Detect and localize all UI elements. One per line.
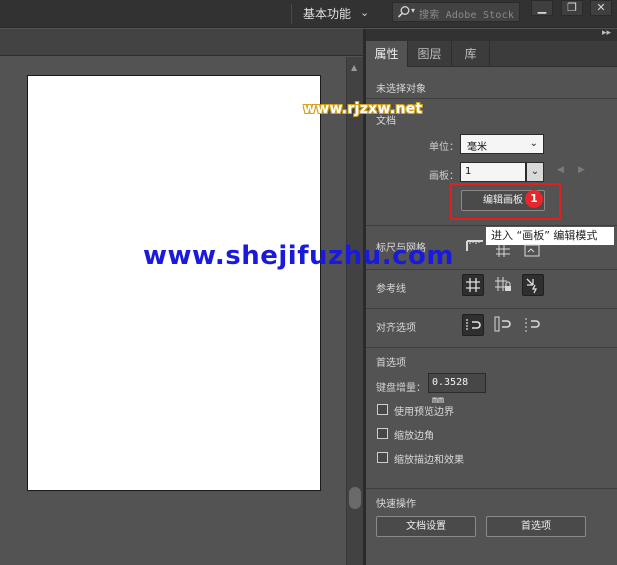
restore-button[interactable]: ❐ <box>561 0 583 16</box>
collapse-panel-icon[interactable]: ▸▸ <box>602 28 611 38</box>
artboard-value: 1 <box>465 166 472 177</box>
units-value: 毫米 <box>467 142 487 153</box>
panel-tabs: 属性 图层 库 <box>366 41 617 67</box>
scale-corners-checkbox[interactable] <box>377 428 388 439</box>
document-tab-strip <box>0 29 366 56</box>
tooltip: 进入 “画板” 编辑模式 <box>485 226 615 246</box>
use-preview-bounds-checkbox[interactable] <box>377 404 388 415</box>
artboard-label: 画板： <box>429 171 459 182</box>
use-preview-bounds-label[interactable]: 使用预览边界 <box>394 403 454 418</box>
artboard-number-field[interactable]: 1 <box>460 162 526 182</box>
document-setup-button[interactable]: 文档设置 <box>376 516 476 537</box>
scale-corners-label[interactable]: 缩放边角 <box>394 427 434 442</box>
minimize-button[interactable]: ▁ <box>531 0 553 16</box>
artboard[interactable] <box>27 75 321 491</box>
annotation-highlight-box <box>450 183 561 220</box>
smart-guides-icon[interactable] <box>522 274 544 296</box>
close-button[interactable]: ✕ <box>590 0 612 16</box>
tab-libraries[interactable]: 库 <box>452 41 490 67</box>
divider <box>366 308 617 309</box>
snap-to-pixel-icon[interactable] <box>492 314 514 336</box>
keyboard-increment-field[interactable]: 0.3528 mm <box>428 373 486 406</box>
panel-header: ▸▸ <box>366 28 617 41</box>
scroll-up-arrow-icon[interactable]: ▲ <box>351 63 357 72</box>
guides-title: 参考线 <box>376 284 406 295</box>
grid-icon[interactable] <box>494 244 516 266</box>
search-placeholder: 搜索 Adobe Stock <box>419 10 515 21</box>
preferences-title: 首选项 <box>376 358 406 369</box>
application-bar: 基本功能 ⌄ ▾ 搜索 Adobe Stock ▁ ❐ ✕ <box>0 0 617 28</box>
adobe-stock-search-input[interactable]: ▾ 搜索 Adobe Stock <box>392 2 520 22</box>
divider <box>366 98 617 99</box>
scale-strokes-effects-label[interactable]: 缩放描边和效果 <box>394 451 464 466</box>
step-badge: 1 <box>525 190 543 208</box>
quick-actions-title: 快速操作 <box>376 499 416 510</box>
watermark-small: www.rjzxw.net <box>303 101 423 117</box>
vertical-scrollbar[interactable]: ▲ <box>346 57 363 565</box>
previous-artboard-icon[interactable]: ◀ <box>557 165 564 175</box>
workspace-switcher[interactable]: 基本功能 <box>303 5 351 22</box>
chevron-down-icon[interactable]: ⌄ <box>360 6 369 19</box>
divider <box>366 488 617 489</box>
tab-layers[interactable]: 图层 <box>408 41 452 67</box>
next-artboard-icon[interactable]: ▶ <box>578 165 585 175</box>
watermark-large: www.shejifuzhu.com <box>143 241 454 271</box>
search-icon <box>397 6 410 18</box>
lock-guides-icon[interactable] <box>492 274 514 296</box>
scrollbar-thumb[interactable] <box>349 487 361 509</box>
snap-to-point-icon[interactable] <box>462 314 484 336</box>
chevron-down-icon[interactable]: ▾ <box>411 6 415 15</box>
separator <box>291 4 292 24</box>
units-label: 单位： <box>429 142 459 153</box>
divider <box>366 347 617 348</box>
artboard-dropdown-button[interactable]: ⌄ <box>526 162 544 182</box>
tab-properties[interactable]: 属性 <box>366 41 408 67</box>
no-selection-label: 未选择对象 <box>376 84 426 95</box>
pixel-grid-icon[interactable] <box>522 244 544 266</box>
units-select[interactable]: 毫米 ⌄ <box>460 134 544 154</box>
snap-to-grid-icon[interactable] <box>522 314 544 336</box>
scale-strokes-effects-checkbox[interactable] <box>377 452 388 463</box>
preferences-button[interactable]: 首选项 <box>486 516 586 537</box>
show-guides-icon[interactable] <box>462 274 484 296</box>
snap-options-title: 对齐选项 <box>376 323 416 334</box>
chevron-down-icon: ⌄ <box>529 138 538 149</box>
keyboard-increment-label: 键盘增量： <box>376 383 426 394</box>
ruler-icon[interactable] <box>464 235 486 257</box>
